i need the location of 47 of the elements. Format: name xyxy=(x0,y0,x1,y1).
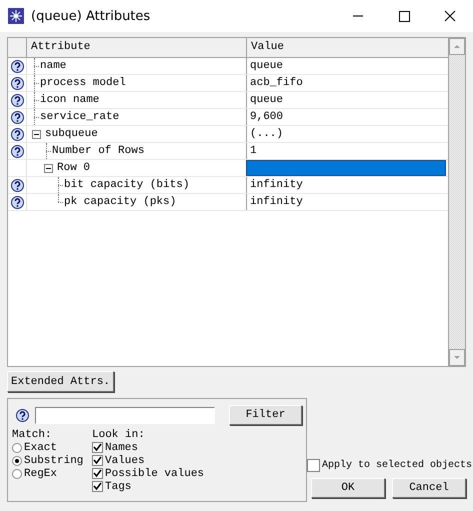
radio-button[interactable] xyxy=(12,442,22,452)
attribute-name[interactable]: service_rate xyxy=(39,111,120,123)
radio-button[interactable] xyxy=(12,456,22,466)
option-label[interactable]: Names xyxy=(105,442,138,454)
checkbox[interactable] xyxy=(92,455,103,466)
help-icon[interactable] xyxy=(10,178,24,192)
help-icon[interactable] xyxy=(10,94,24,106)
column-header[interactable]: Attribute xyxy=(26,38,246,57)
help-icon[interactable] xyxy=(10,110,24,124)
option-label[interactable]: Possible values xyxy=(105,468,204,480)
checkbox[interactable] xyxy=(92,468,103,479)
attribute-name[interactable]: icon name xyxy=(39,94,100,106)
match-label: Match: xyxy=(12,429,53,441)
window-title: (queue) Attributes xyxy=(31,8,150,24)
help-icon[interactable] xyxy=(10,196,24,208)
attribute-name[interactable]: Number of Rows xyxy=(51,145,144,157)
app-icon xyxy=(8,8,24,24)
option-label[interactable]: Values xyxy=(105,454,145,466)
checkbox[interactable] xyxy=(92,481,103,492)
attribute-name[interactable]: name xyxy=(39,60,66,72)
look-in-label: Look in: xyxy=(92,429,146,441)
option-label[interactable]: RegEx xyxy=(24,468,58,480)
ok-button[interactable]: OK xyxy=(311,478,385,498)
filter-field[interactable] xyxy=(35,406,215,424)
option-label[interactable]: Tags xyxy=(105,480,132,492)
help-icon[interactable] xyxy=(10,76,24,90)
cancel-button[interactable]: Cancel xyxy=(392,478,466,498)
option-label[interactable]: Exact xyxy=(24,442,58,454)
option-label[interactable]: Substring xyxy=(24,454,84,466)
selected-value-cell[interactable] xyxy=(246,160,446,176)
attribute-name[interactable]: bit capacity (bits) xyxy=(63,179,190,191)
attribute-name[interactable]: Row 0 xyxy=(56,162,90,174)
help-icon[interactable] xyxy=(10,60,24,72)
apply-label[interactable]: Apply to selected objects xyxy=(322,460,472,471)
radio-button[interactable] xyxy=(12,468,22,478)
extended-attrs-button[interactable]: Extended Attrs. xyxy=(7,371,114,392)
apply-checkbox[interactable] xyxy=(306,459,320,472)
collapse-icon[interactable] xyxy=(44,164,53,172)
filter-button[interactable]: Filter xyxy=(229,405,302,425)
attribute-name[interactable]: subqueue xyxy=(44,128,98,140)
attribute-name[interactable]: process model xyxy=(39,77,126,89)
help-icon[interactable] xyxy=(10,144,24,158)
attribute-name[interactable]: pk capacity (pks) xyxy=(63,196,176,208)
collapse-icon[interactable] xyxy=(32,130,41,138)
checkbox[interactable] xyxy=(92,442,103,453)
help-icon[interactable] xyxy=(10,128,24,140)
help-icon[interactable] xyxy=(16,408,29,422)
